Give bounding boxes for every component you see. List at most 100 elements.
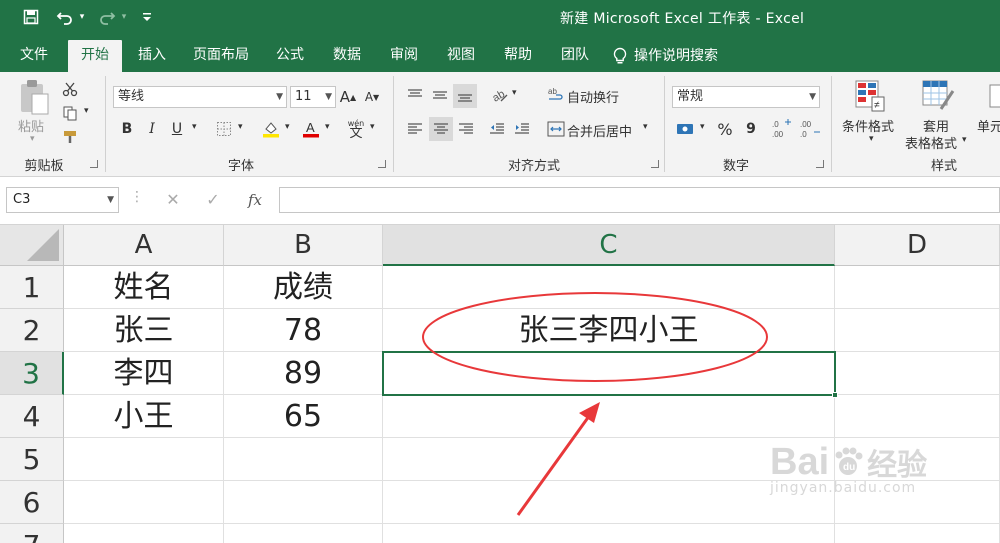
cell-c2[interactable]: 张三李四小王 bbox=[383, 309, 835, 352]
column-header-d[interactable]: D bbox=[835, 225, 1000, 266]
cell-c5[interactable] bbox=[383, 438, 835, 481]
clipboard-launcher-icon[interactable] bbox=[90, 160, 98, 168]
merge-center-icon[interactable] bbox=[546, 118, 566, 140]
row-header-5[interactable]: 5 bbox=[0, 438, 64, 481]
redo-dropdown-icon[interactable]: ▾ bbox=[118, 6, 130, 28]
cell-c7[interactable] bbox=[383, 524, 835, 543]
increase-decimal-icon[interactable]: .0.00 bbox=[770, 116, 794, 142]
decrease-font-size-icon[interactable]: A ▼ bbox=[362, 86, 382, 108]
row-header-6[interactable]: 6 bbox=[0, 481, 64, 524]
copy-icon[interactable] bbox=[60, 104, 80, 122]
bold-button[interactable]: B bbox=[117, 118, 137, 140]
tab-formulas[interactable]: 公式 bbox=[266, 40, 314, 72]
tab-review[interactable]: 审阅 bbox=[380, 40, 428, 72]
save-icon[interactable] bbox=[20, 6, 42, 28]
format-as-table-icon[interactable] bbox=[920, 78, 956, 114]
cell-d1[interactable] bbox=[835, 266, 1000, 309]
name-box[interactable]: C3 ▼ bbox=[6, 187, 119, 213]
cell-b4[interactable]: 65 bbox=[224, 395, 383, 438]
tab-team[interactable]: 团队 bbox=[551, 40, 599, 72]
tab-page-layout[interactable]: 页面布局 bbox=[186, 40, 256, 72]
cell-styles-icon[interactable] bbox=[988, 78, 1000, 114]
row-header-7[interactable]: 7 bbox=[0, 524, 64, 543]
cell-d2[interactable] bbox=[835, 309, 1000, 352]
cell-d3[interactable] bbox=[835, 352, 1000, 395]
tell-me-search[interactable]: 操作说明搜索 bbox=[612, 40, 718, 72]
orientation-dropdown-icon[interactable]: ▾ bbox=[512, 88, 517, 98]
phonetic-dropdown-icon[interactable]: ▾ bbox=[370, 122, 375, 132]
wrap-text-button[interactable]: 自动换行 bbox=[567, 87, 619, 106]
row-header-4[interactable]: 4 bbox=[0, 395, 64, 438]
merge-center-button[interactable]: 合并后居中 bbox=[567, 121, 632, 140]
align-left-icon[interactable] bbox=[404, 118, 426, 140]
cell-b5[interactable] bbox=[224, 438, 383, 481]
cell-a2[interactable]: 张三 bbox=[64, 309, 224, 352]
wrap-text-icon[interactable]: ab bbox=[546, 84, 566, 106]
paste-dropdown-icon[interactable]: ▾ bbox=[30, 134, 35, 144]
column-header-a[interactable]: A bbox=[64, 225, 224, 266]
cell-a5[interactable] bbox=[64, 438, 224, 481]
alignment-launcher-icon[interactable] bbox=[651, 160, 659, 168]
format-table-dropdown-icon[interactable]: ▾ bbox=[962, 135, 967, 145]
increase-indent-icon[interactable] bbox=[511, 118, 533, 140]
paste-button[interactable]: 粘贴 bbox=[18, 116, 44, 135]
fill-handle[interactable] bbox=[832, 392, 838, 398]
tab-insert[interactable]: 插入 bbox=[128, 40, 176, 72]
tab-data[interactable]: 数据 bbox=[323, 40, 371, 72]
cell-a1[interactable]: 姓名 bbox=[64, 266, 224, 309]
row-header-2[interactable]: 2 bbox=[0, 309, 64, 352]
copy-dropdown-icon[interactable]: ▾ bbox=[84, 106, 89, 116]
orientation-icon[interactable]: ab bbox=[489, 84, 511, 106]
align-bottom-icon[interactable] bbox=[453, 84, 477, 108]
format-as-table-label-2[interactable]: 表格格式 bbox=[905, 133, 957, 152]
format-painter-icon[interactable] bbox=[60, 128, 80, 146]
underline-button[interactable]: U bbox=[167, 118, 187, 140]
cell-b3[interactable]: 89 bbox=[224, 352, 383, 395]
cell-b2[interactable]: 78 bbox=[224, 309, 383, 352]
percent-style-button[interactable]: % bbox=[714, 118, 736, 140]
paste-icon[interactable] bbox=[14, 78, 54, 118]
number-launcher-icon[interactable] bbox=[816, 160, 824, 168]
underline-dropdown-icon[interactable]: ▾ bbox=[192, 122, 197, 132]
insert-function-icon[interactable]: fx bbox=[240, 187, 270, 213]
cut-icon[interactable] bbox=[60, 80, 80, 98]
font-color-dropdown-icon[interactable]: ▾ bbox=[325, 122, 330, 132]
cell-a3[interactable]: 李四 bbox=[64, 352, 224, 395]
accounting-format-icon[interactable] bbox=[674, 118, 696, 140]
font-size-select[interactable]: 11 ▼ bbox=[290, 86, 336, 108]
cell-c1[interactable] bbox=[383, 266, 835, 309]
decrease-decimal-icon[interactable]: .00.0 bbox=[798, 116, 822, 142]
cell-a6[interactable] bbox=[64, 481, 224, 524]
row-header-1[interactable]: 1 bbox=[0, 266, 64, 309]
font-name-select[interactable]: 等线 ▼ bbox=[113, 86, 287, 108]
column-header-b[interactable]: B bbox=[224, 225, 383, 266]
merge-dropdown-icon[interactable]: ▾ bbox=[643, 122, 648, 132]
cell-c6[interactable] bbox=[383, 481, 835, 524]
cell-d7[interactable] bbox=[835, 524, 1000, 543]
increase-font-size-icon[interactable]: A ▲ bbox=[338, 86, 358, 108]
borders-dropdown-icon[interactable]: ▾ bbox=[238, 122, 243, 132]
align-top-icon[interactable] bbox=[404, 84, 426, 106]
conditional-formatting-button[interactable]: 条件格式 bbox=[842, 116, 894, 135]
font-launcher-icon[interactable] bbox=[378, 160, 386, 168]
phonetic-guide-icon[interactable]: wén 文 bbox=[344, 116, 368, 142]
row-header-3[interactable]: 3 bbox=[0, 352, 64, 395]
redo-icon[interactable] bbox=[96, 6, 118, 28]
tab-help[interactable]: 帮助 bbox=[494, 40, 542, 72]
cancel-icon[interactable]: ✕ bbox=[158, 187, 188, 213]
formula-input[interactable] bbox=[279, 187, 1000, 213]
undo-dropdown-icon[interactable]: ▾ bbox=[76, 6, 88, 28]
font-color-icon[interactable]: A bbox=[300, 118, 322, 140]
conditional-formatting-icon[interactable]: ≠ bbox=[852, 78, 888, 114]
number-format-select[interactable]: 常规 ▼ bbox=[672, 86, 820, 108]
enter-icon[interactable]: ✓ bbox=[198, 187, 228, 213]
align-right-icon[interactable] bbox=[455, 118, 477, 140]
tab-view[interactable]: 视图 bbox=[437, 40, 485, 72]
select-all-button[interactable] bbox=[0, 225, 64, 266]
tab-file[interactable]: 文件 bbox=[8, 40, 60, 72]
align-center-icon[interactable] bbox=[429, 117, 453, 141]
accounting-dropdown-icon[interactable]: ▾ bbox=[700, 122, 705, 132]
cell-a4[interactable]: 小王 bbox=[64, 395, 224, 438]
cell-b6[interactable] bbox=[224, 481, 383, 524]
cell-c4[interactable] bbox=[383, 395, 835, 438]
